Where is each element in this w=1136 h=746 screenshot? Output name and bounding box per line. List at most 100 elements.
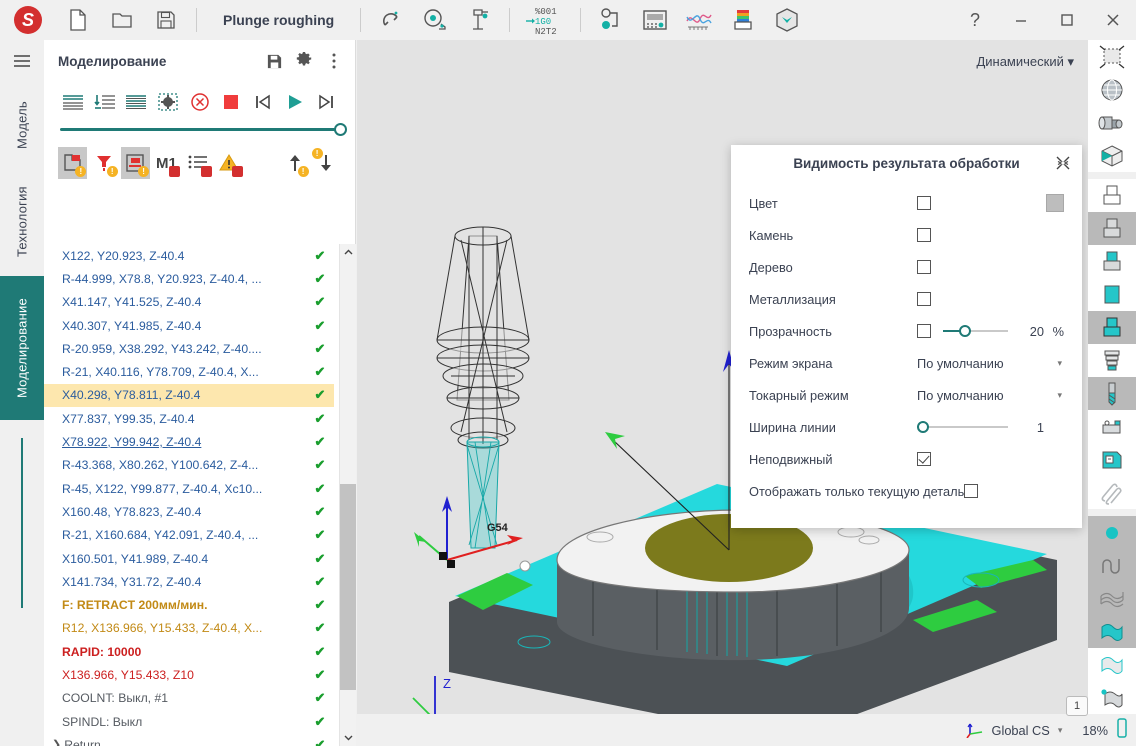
code-list-row[interactable]: SPINDL: Выкл✔ <box>44 710 334 733</box>
code-list-row[interactable]: X141.734, Y31.72, Z-40.4✔ <box>44 570 334 593</box>
surface-wire-icon[interactable] <box>1088 582 1136 615</box>
hatch-icon[interactable] <box>1088 476 1136 509</box>
close-icon[interactable] <box>1054 154 1072 172</box>
checkbox-fixed[interactable] <box>917 452 931 466</box>
checkbox-wood[interactable] <box>917 260 931 274</box>
coordinate-system-dropdown[interactable]: Global CS ▾ <box>964 720 1063 741</box>
machine-warning-icon[interactable]: ! <box>121 147 150 179</box>
revolve-icon[interactable] <box>1088 106 1136 139</box>
sidebar-item-simulation[interactable]: Моделирование <box>0 276 44 420</box>
play-icon[interactable] <box>280 87 310 117</box>
close-button[interactable] <box>1090 0 1136 40</box>
checkbox-stone[interactable] <box>917 228 931 242</box>
stop-circle-icon[interactable] <box>185 87 215 117</box>
arrow-down-warning-icon[interactable]: ! <box>312 147 341 179</box>
code-list-row[interactable]: COOLNT: Выкл, #1✔ <box>44 687 334 710</box>
code-list-row[interactable]: X136.966, Y15.433, Z10✔ <box>44 663 334 686</box>
code-list-scrollbar[interactable] <box>339 244 356 746</box>
point-dot-icon[interactable] <box>1088 516 1136 549</box>
caliper-icon[interactable] <box>457 0 501 40</box>
more-vertical-icon[interactable] <box>319 46 349 76</box>
hamburger-icon[interactable] <box>0 40 44 82</box>
sidebar-item-model[interactable]: Модель <box>0 82 44 168</box>
color-swatch[interactable] <box>1046 194 1064 212</box>
screen-mode-dropdown[interactable]: По умолчанию ▾ <box>917 356 1064 371</box>
arrow-up-warning-icon[interactable]: ! <box>280 147 309 179</box>
code-list-row[interactable]: R-44.999, X78.8, Y20.923, Z-40.4, ...✔ <box>44 267 334 290</box>
code-list-row[interactable]: RAPID: 10000✔ <box>44 640 334 663</box>
list-lines-icon[interactable] <box>121 87 151 117</box>
save-disk-icon[interactable] <box>144 0 188 40</box>
alert-pause-icon[interactable] <box>215 147 244 179</box>
fixture-icon[interactable] <box>1088 410 1136 443</box>
control-panel-icon[interactable] <box>633 0 677 40</box>
minimize-button[interactable] <box>998 0 1044 40</box>
machine-part-icon[interactable] <box>1088 443 1136 476</box>
step-forward-icon[interactable] <box>311 87 341 117</box>
checkbox-transparency[interactable] <box>917 324 931 338</box>
maximize-button[interactable] <box>1044 0 1090 40</box>
stock-teal-top-icon[interactable] <box>1088 245 1136 278</box>
view-mode-dropdown[interactable]: Динамический ▾ <box>976 54 1074 70</box>
code-list-row[interactable]: X40.307, Y41.985, Z-40.4✔ <box>44 314 334 337</box>
stock-teal-sel-icon[interactable] <box>1088 311 1136 344</box>
list-all-icon[interactable] <box>58 87 88 117</box>
expand-arrow-icon[interactable]: ❯ <box>52 738 61 746</box>
line-width-slider-knob[interactable] <box>917 421 929 433</box>
curve-icon[interactable] <box>1088 549 1136 582</box>
code-list-row[interactable]: X122, Y20.923, Z-40.4✔ <box>44 244 334 267</box>
stop-square-icon[interactable] <box>216 87 246 117</box>
code-list-row[interactable]: X41.147, Y41.525, Z-40.4✔ <box>44 291 334 314</box>
code-list-row[interactable]: X78.922, Y99.942, Z-40.4✔ <box>44 430 334 453</box>
select-box-icon[interactable] <box>1088 40 1136 73</box>
graph-icon[interactable] <box>677 0 721 40</box>
scrollbar-thumb[interactable] <box>340 484 356 690</box>
help-button[interactable]: ? <box>952 0 998 40</box>
solid-box-icon[interactable] <box>765 0 809 40</box>
list-pause-icon[interactable] <box>183 147 212 179</box>
progress-slider-knob[interactable] <box>334 123 347 136</box>
probe-icon[interactable] <box>589 0 633 40</box>
code-list-row[interactable]: R-21, X160.684, Y42.091, Z-40.4, ...✔ <box>44 524 334 547</box>
magnet-icon[interactable] <box>369 0 413 40</box>
code-list-row[interactable]: R-20.959, X38.292, Y43.242, Z-40....✔ <box>44 337 334 360</box>
surface-shaded-icon[interactable] <box>1088 648 1136 681</box>
sidebar-item-technology[interactable]: Технология <box>0 168 44 276</box>
progress-slider[interactable] <box>44 122 355 141</box>
code-list-row[interactable]: F: RETRACT 200мм/мин.✔ <box>44 593 334 616</box>
gear-icon[interactable] <box>289 46 319 76</box>
checkbox-only-current-part[interactable] <box>964 484 978 498</box>
code-list-row[interactable]: X40.298, Y78.811, Z-40.4✔ <box>44 384 334 407</box>
step-into-icon[interactable] <box>90 87 120 117</box>
globe-icon[interactable] <box>1088 73 1136 106</box>
code-list-row[interactable]: R-45, X122, Y99.877, Z-40.4, Xc10...✔ <box>44 477 334 500</box>
code-list-row[interactable]: R12, X136.966, Y15.433, Z-40.4, X...✔ <box>44 617 334 640</box>
surface-teal-icon[interactable] <box>1088 615 1136 648</box>
stock-teal-full-icon[interactable] <box>1088 278 1136 311</box>
transparency-slider[interactable] <box>943 324 1008 338</box>
checkbox-metallization[interactable] <box>917 292 931 306</box>
code-list[interactable]: X122, Y20.923, Z-40.4✔R-44.999, X78.8, Y… <box>44 244 334 746</box>
cube-section-icon[interactable] <box>1088 139 1136 172</box>
chevron-down-icon[interactable] <box>340 729 356 746</box>
open-folder-icon[interactable] <box>100 0 144 40</box>
step-back-icon[interactable] <box>248 87 278 117</box>
surface-point-icon[interactable] <box>1088 681 1136 714</box>
save-icon[interactable] <box>259 46 289 76</box>
stock-warning-icon[interactable]: ! <box>58 147 87 179</box>
tape-measure-icon[interactable] <box>413 0 457 40</box>
scale-icon[interactable] <box>1116 717 1128 744</box>
new-file-icon[interactable] <box>56 0 100 40</box>
nc-code-icon[interactable]: %001 1G0 N2T2 <box>518 0 572 40</box>
checkbox-color[interactable] <box>917 196 931 210</box>
transparency-slider-knob[interactable] <box>959 325 971 337</box>
stock-stepped-icon[interactable] <box>1088 344 1136 377</box>
page-indicator[interactable]: 1 <box>1066 696 1088 716</box>
code-list-row[interactable]: R-21, X40.116, Y78.709, Z-40.4, X...✔ <box>44 360 334 383</box>
color-map-icon[interactable] <box>721 0 765 40</box>
stock-plain-icon[interactable] <box>1088 179 1136 212</box>
m1-pause-icon[interactable]: M1 <box>152 147 181 179</box>
tool-warning-icon[interactable]: ! <box>89 147 118 179</box>
tool-endmill-icon[interactable] <box>1088 377 1136 410</box>
select-region-icon[interactable] <box>153 87 183 117</box>
